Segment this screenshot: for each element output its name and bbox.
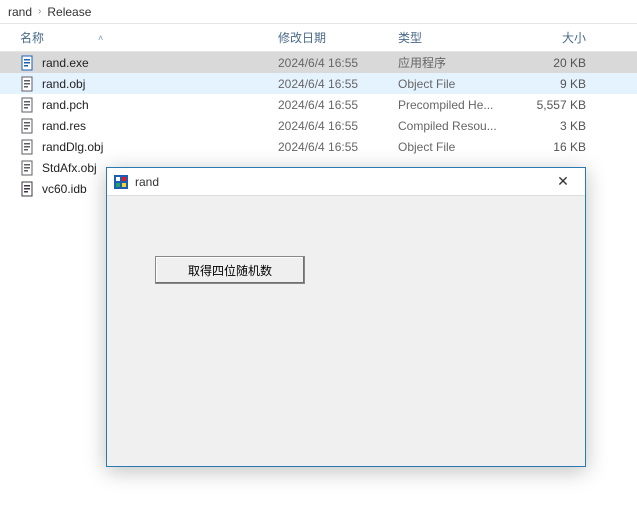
file-name-cell: rand.pch (0, 97, 278, 113)
dialog-title: rand (135, 175, 159, 189)
file-type-cell: Object File (398, 77, 518, 91)
dialog-window: rand ✕ 取得四位随机数 (106, 167, 586, 467)
file-name-label: rand.pch (42, 98, 89, 112)
file-name-label: rand.obj (42, 77, 85, 91)
file-name-label: randDlg.obj (42, 140, 103, 154)
file-size-cell: 5,557 KB (518, 98, 598, 112)
file-type-cell: Precompiled He... (398, 98, 518, 112)
file-size-cell: 9 KB (518, 77, 598, 91)
file-size-cell: 16 KB (518, 140, 598, 154)
column-header-size[interactable]: 大小 (518, 29, 598, 46)
file-icon (20, 181, 36, 197)
file-row[interactable]: rand.exe 2024/6/4 16:55应用程序20 KB (0, 52, 637, 73)
file-name-cell: rand.res (0, 118, 278, 134)
file-date-cell: 2024/6/4 16:55 (278, 98, 398, 112)
close-icon: ✕ (557, 173, 569, 190)
file-name-cell: rand.exe (0, 55, 278, 71)
get-random-button[interactable]: 取得四位随机数 (155, 256, 305, 284)
file-date-cell: 2024/6/4 16:55 (278, 56, 398, 70)
breadcrumb-part-2[interactable]: Release (47, 5, 91, 19)
file-row[interactable]: rand.obj 2024/6/4 16:55Object File9 KB (0, 73, 637, 94)
close-button[interactable]: ✕ (541, 168, 585, 196)
file-type-cell: Compiled Resou... (398, 119, 518, 133)
file-icon (20, 55, 36, 71)
file-date-cell: 2024/6/4 16:55 (278, 140, 398, 154)
file-size-cell: 3 KB (518, 119, 598, 133)
dialog-body: 取得四位随机数 (107, 196, 585, 466)
column-header-name[interactable]: 名称 ˄ (0, 29, 278, 46)
sort-ascending-icon: ˄ (98, 33, 103, 43)
file-icon (20, 118, 36, 134)
column-header-type[interactable]: 类型 (398, 29, 518, 46)
file-icon (20, 76, 36, 92)
file-icon (20, 160, 36, 176)
file-name-cell: randDlg.obj (0, 139, 278, 155)
chevron-right-icon: › (38, 6, 41, 17)
file-name-cell: rand.obj (0, 76, 278, 92)
column-header-name-label: 名称 (20, 29, 44, 46)
file-name-label: vc60.idb (42, 182, 87, 196)
file-date-cell: 2024/6/4 16:55 (278, 119, 398, 133)
file-name-label: rand.res (42, 119, 86, 133)
file-row[interactable]: rand.pch 2024/6/4 16:55Precompiled He...5… (0, 94, 637, 115)
column-header-date[interactable]: 修改日期 (278, 29, 398, 46)
file-date-cell: 2024/6/4 16:55 (278, 77, 398, 91)
dialog-titlebar[interactable]: rand ✕ (107, 168, 585, 196)
file-name-label: StdAfx.obj (42, 161, 97, 175)
file-row[interactable]: randDlg.obj 2024/6/4 16:55Object File16 K… (0, 136, 637, 157)
breadcrumb[interactable]: rand › Release (0, 0, 637, 24)
file-row[interactable]: rand.res 2024/6/4 16:55Compiled Resou...3… (0, 115, 637, 136)
breadcrumb-part-1[interactable]: rand (8, 5, 32, 19)
file-name-label: rand.exe (42, 56, 89, 70)
column-headers: 名称 ˄ 修改日期 类型 大小 (0, 24, 637, 52)
file-type-cell: 应用程序 (398, 54, 518, 71)
file-size-cell: 20 KB (518, 56, 598, 70)
file-type-cell: Object File (398, 140, 518, 154)
file-icon (20, 139, 36, 155)
app-icon (113, 174, 129, 190)
file-icon (20, 97, 36, 113)
